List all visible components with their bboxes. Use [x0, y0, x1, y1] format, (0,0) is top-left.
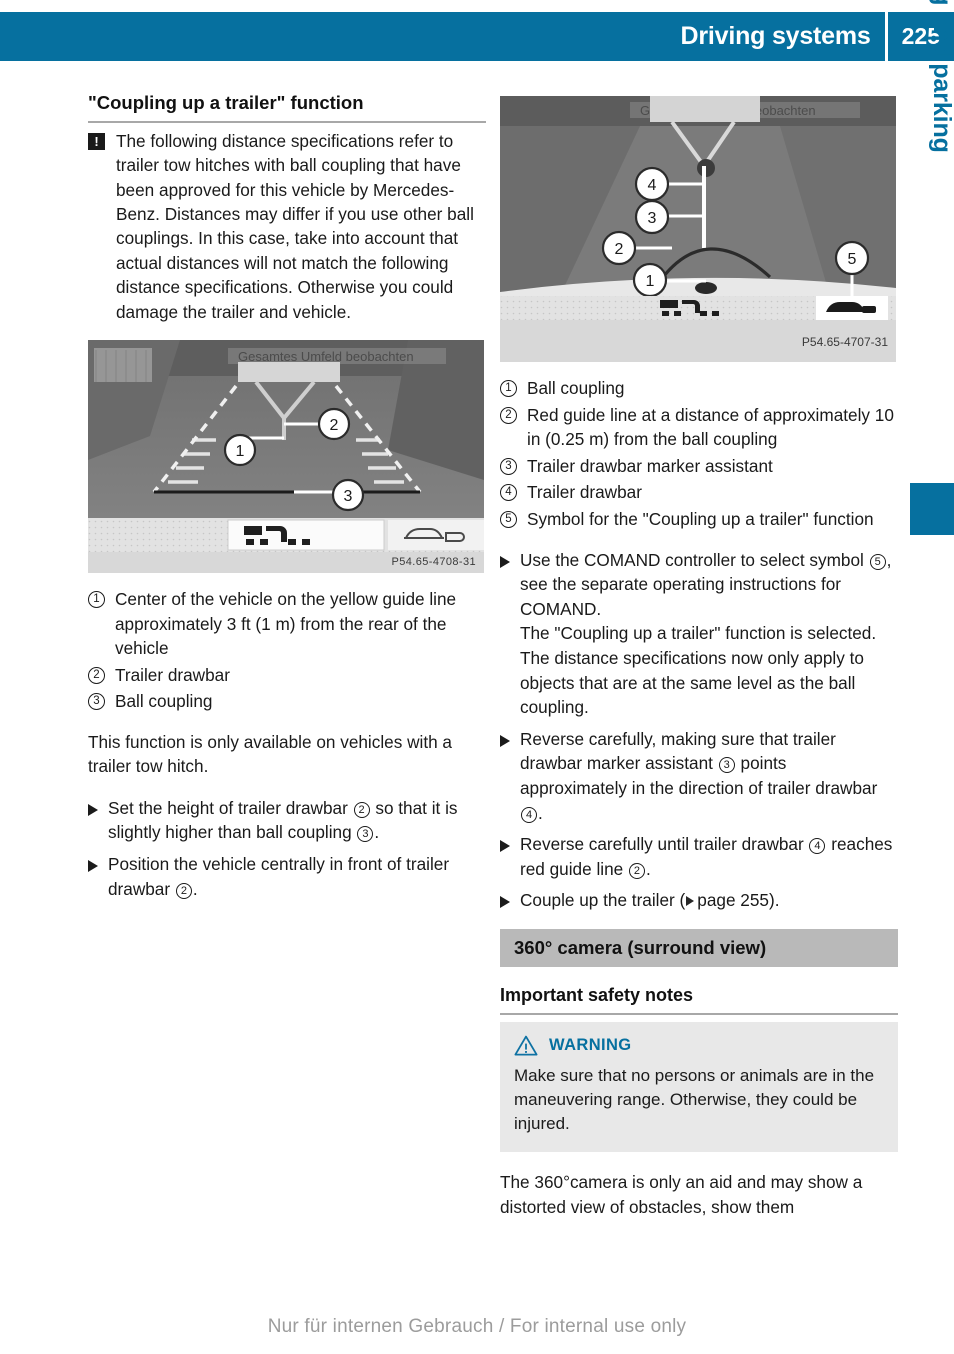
- right-action-list: Use the COMAND controller to select symb…: [500, 548, 898, 913]
- callout-number-icon: 3: [500, 457, 517, 475]
- warning-box: WARNING Make sure that no persons or ani…: [500, 1022, 898, 1153]
- action-text: Use the COMAND controller to select symb…: [520, 549, 892, 718]
- list-item: 2 Red guide line at a distance of approx…: [500, 403, 898, 452]
- legend-text: Ball coupling: [527, 378, 625, 398]
- list-item: 1 Ball coupling: [500, 376, 898, 401]
- svg-text:2: 2: [615, 241, 624, 258]
- safety-notes-heading: Important safety notes: [500, 985, 898, 1016]
- list-item: 1 Center of the vehicle on the yellow gu…: [88, 587, 486, 661]
- legend-text: Trailer drawbar: [115, 664, 230, 685]
- list-item: 4 Trailer drawbar: [500, 480, 898, 505]
- action-text: Couple up the trailer (page 255).: [520, 890, 780, 911]
- side-tab-label: Driving and parking: [928, 0, 954, 153]
- svg-text:3: 3: [648, 210, 657, 227]
- right-legend-list: 1 Ball coupling 2 Red guide line at a di…: [500, 376, 898, 532]
- warning-label: WARNING: [549, 1036, 632, 1055]
- left-availability-paragraph: This function is only available on vehic…: [88, 732, 452, 777]
- svg-text:5: 5: [848, 251, 857, 268]
- legend-text: Center of the vehicle on the yellow guid…: [115, 589, 457, 659]
- legend-text: Symbol for the "Coupling up a trailer" f…: [527, 508, 874, 529]
- left-section-heading: "Coupling up a trailer" function: [88, 92, 486, 123]
- figure-trailer-coupling-view: Gesamtes Umfeld beobachten 4 3: [500, 96, 896, 362]
- action-triangle-icon: [500, 840, 510, 853]
- note-text: The following distance specifications re…: [116, 130, 474, 322]
- list-item: 3 Trailer drawbar marker assistant: [500, 454, 898, 479]
- callout-number-icon: 3: [88, 693, 105, 711]
- left-legend-list: 1 Center of the vehicle on the yellow gu…: [88, 587, 486, 714]
- svg-text:4: 4: [648, 177, 657, 194]
- cross-reference-link[interactable]: page 255: [697, 890, 769, 910]
- header-section-title: Driving systems: [680, 22, 871, 50]
- action-triangle-icon: [88, 860, 98, 873]
- legend-text: Trailer drawbar marker assistant: [527, 455, 773, 476]
- action-triangle-icon: [88, 803, 98, 816]
- camera-view-illustration-left: Gesamtes Umfeld beobachten 1 2 3: [88, 340, 484, 553]
- svg-text:1: 1: [236, 443, 245, 460]
- note-block: ! The following distance specifications …: [88, 129, 486, 324]
- callout-ref-icon: 2: [175, 882, 192, 899]
- list-item: Use the COMAND controller to select symb…: [500, 548, 898, 720]
- camera-view-illustration-right: Gesamtes Umfeld beobachten 4 3: [500, 96, 896, 362]
- list-item: 5 Symbol for the "Coupling up a trailer"…: [500, 507, 898, 532]
- callout-number-icon: 4: [500, 484, 517, 502]
- action-triangle-icon: [500, 555, 510, 568]
- legend-text: Trailer drawbar: [527, 482, 642, 503]
- action-text: Set the height of trailer drawbar 2 so t…: [108, 797, 458, 843]
- list-item: Reverse carefully until trailer drawbar …: [500, 832, 898, 881]
- figure-trailer-guide-lines: Gesamtes Umfeld beobachten 1 2 3 P54.65-…: [88, 340, 484, 574]
- callout-ref-icon: 2: [353, 801, 370, 818]
- closing-paragraph: The 360°camera is only an aid and may sh…: [500, 1172, 863, 1217]
- legend-text: Red guide line at a distance of approxim…: [527, 404, 894, 450]
- figure-caption-left: P54.65-4708-31: [88, 552, 484, 574]
- svg-text:3: 3: [344, 488, 353, 505]
- list-item: Reverse carefully, making sure that trai…: [500, 727, 898, 825]
- action-text: Reverse carefully, making sure that trai…: [520, 728, 878, 823]
- callout-ref-icon: 3: [718, 757, 735, 774]
- svg-text:Gesamtes Umfeld beobachten: Gesamtes Umfeld beobachten: [238, 349, 414, 364]
- callout-ref-icon: 2: [628, 862, 645, 879]
- svg-text:1: 1: [646, 273, 655, 290]
- legend-text: Ball coupling: [115, 691, 213, 712]
- callout-ref-icon: 4: [809, 838, 826, 855]
- list-item: 3 Ball coupling: [88, 689, 486, 714]
- list-item: Position the vehicle centrally in front …: [88, 852, 486, 901]
- left-action-list: Set the height of trailer drawbar 2 so t…: [88, 796, 486, 901]
- action-text: Reverse carefully until trailer drawbar …: [520, 834, 893, 879]
- callout-ref-icon: 5: [869, 553, 886, 570]
- callout-ref-icon: 4: [521, 806, 537, 823]
- exclamation-box-icon: !: [88, 132, 105, 150]
- list-item: Couple up the trailer (page 255).: [500, 888, 898, 913]
- action-triangle-icon: [500, 734, 510, 747]
- action-text: Position the vehicle centrally in front …: [108, 854, 450, 899]
- warning-header: WARNING: [514, 1035, 884, 1056]
- svg-text:P54.65-4707-31: P54.65-4707-31: [802, 335, 888, 349]
- right-column: Gesamtes Umfeld beobachten 4 3: [500, 92, 898, 1236]
- warning-triangle-icon: [514, 1036, 538, 1056]
- list-item: 2 Trailer drawbar: [88, 663, 486, 688]
- action-triangle-icon: [500, 896, 510, 909]
- warning-body-text: Make sure that no persons or animals are…: [514, 1066, 875, 1134]
- callout-number-icon: 1: [500, 380, 517, 397]
- side-tab-marker: [910, 483, 954, 535]
- list-item: Set the height of trailer drawbar 2 so t…: [88, 796, 486, 845]
- page-header-bar: Driving systems 225: [0, 12, 954, 61]
- cross-reference-triangle-icon: [686, 896, 695, 907]
- svg-text:2: 2: [330, 417, 339, 434]
- callout-number-icon: 2: [88, 666, 105, 684]
- callout-number-icon: 1: [88, 591, 105, 609]
- section-band-heading: 360° camera (surround view): [500, 928, 898, 968]
- callout-ref-icon: 3: [357, 826, 374, 843]
- footer-watermark: Nur für internen Gebrauch / For internal…: [267, 1316, 687, 1337]
- callout-number-icon: 2: [500, 406, 517, 424]
- left-column: "Coupling up a trailer" function ! The f…: [88, 92, 486, 917]
- callout-number-icon: 5: [500, 510, 517, 528]
